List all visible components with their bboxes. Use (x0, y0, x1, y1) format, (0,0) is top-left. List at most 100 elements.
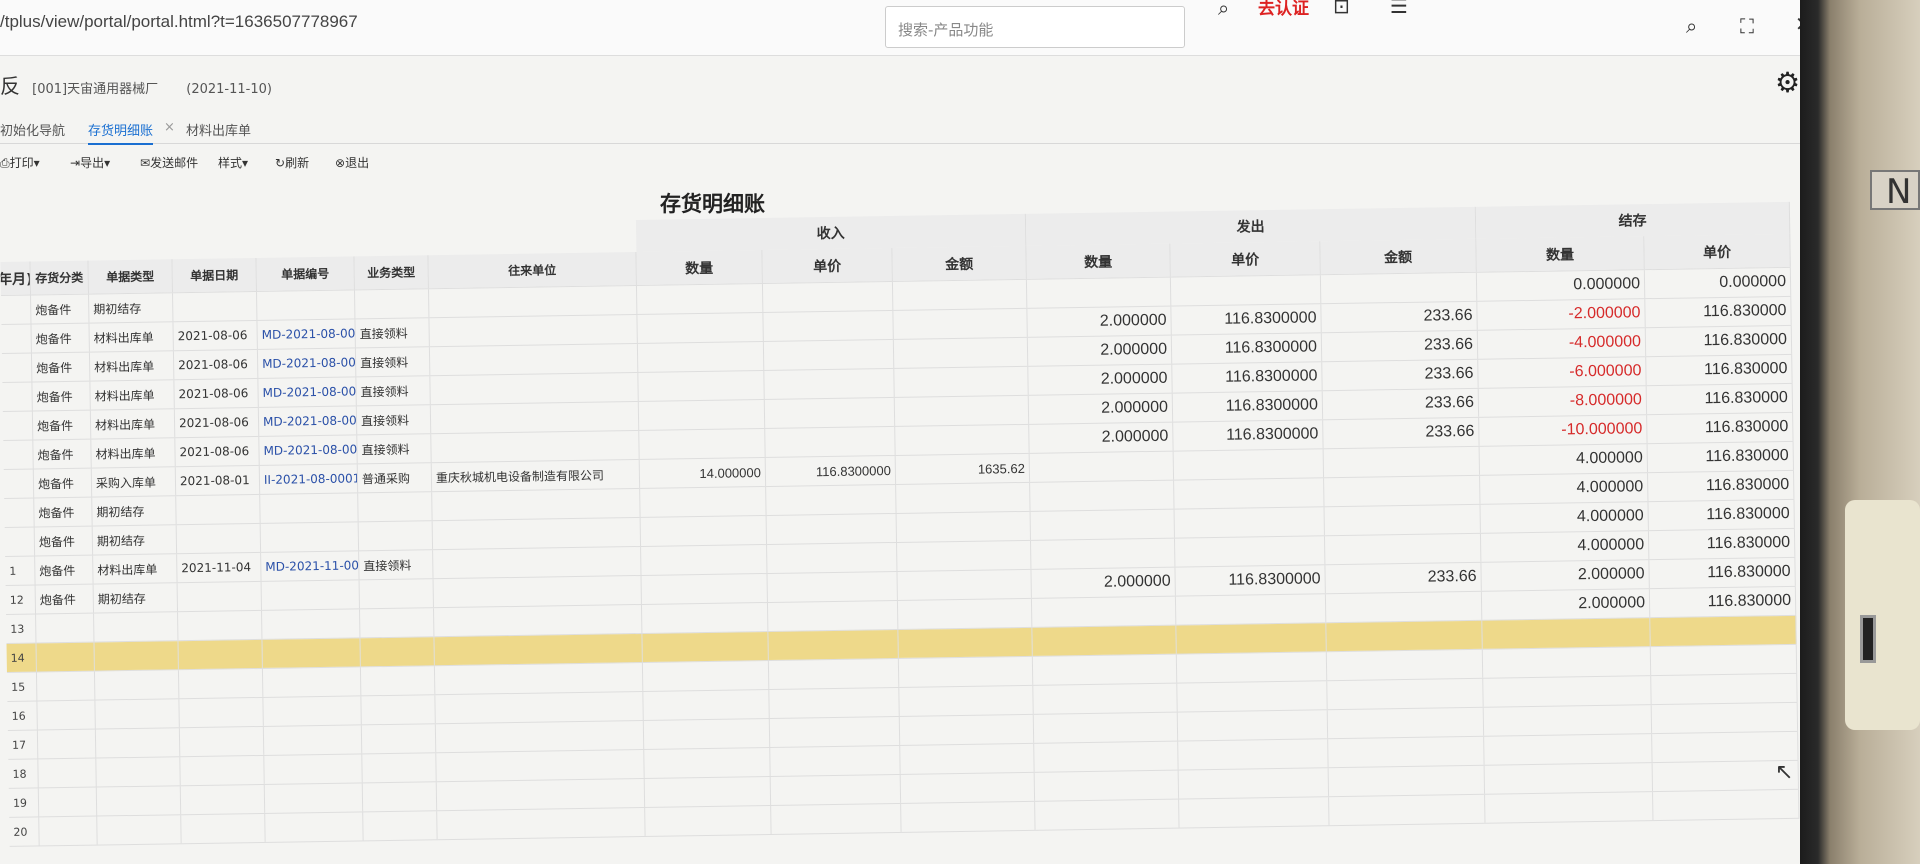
cell-no[interactable]: 19 (8, 788, 40, 817)
cell-partner[interactable] (433, 604, 643, 637)
cell-bal-qty[interactable]: 4.000000 (1480, 473, 1649, 504)
cell-partner[interactable]: 重庆秋城机电设备制造有限公司 (431, 459, 641, 492)
fullscreen-icon[interactable]: ⛶ (1740, 14, 1754, 38)
cell-bal-qty[interactable]: 4.000000 (1480, 531, 1650, 562)
cell-in-qty[interactable] (642, 631, 769, 662)
cell-in-amount[interactable] (898, 627, 1033, 658)
cell-in-qty[interactable] (636, 284, 764, 314)
cell-category[interactable] (36, 613, 95, 643)
cell-in-amount[interactable] (896, 482, 1031, 513)
cell-biz-type[interactable] (362, 753, 437, 783)
cell-doc-type[interactable] (94, 670, 180, 700)
cell-category[interactable]: 炮备件 (33, 468, 93, 498)
cell-doc-date[interactable] (178, 639, 263, 670)
print-button[interactable]: ⎙打印▾ (0, 154, 40, 171)
cell-out-amount[interactable]: 233.66 (1325, 562, 1482, 594)
cell-doc-no[interactable] (265, 812, 364, 842)
cell-in-price[interactable] (770, 745, 901, 776)
tab-init-nav[interactable]: 初始化导航 (0, 120, 65, 139)
cell-partner[interactable] (431, 430, 640, 463)
cell-out-price[interactable]: 116.8300000 (1175, 565, 1326, 596)
cell-out-qty[interactable]: 2.000000 (1031, 567, 1176, 598)
cell-doc-type[interactable] (94, 641, 179, 671)
cell-doc-no[interactable]: MD-2021-11-0008 (261, 551, 360, 581)
cell-out-amount[interactable] (1324, 475, 1481, 507)
cell-in-qty[interactable] (638, 400, 766, 430)
cell-out-amount[interactable]: 233.66 (1323, 417, 1480, 449)
cell-in-price[interactable] (768, 629, 899, 660)
cell-category[interactable]: 炮备件 (35, 584, 95, 614)
cell-in-price[interactable] (763, 339, 895, 371)
cell-out-amount[interactable] (1326, 649, 1484, 681)
cell-out-amount[interactable] (1324, 504, 1481, 536)
cell-doc-type[interactable]: 材料出库单 (91, 438, 176, 468)
cell-out-amount[interactable] (1326, 620, 1483, 652)
cell-doc-no[interactable] (261, 580, 360, 610)
tab-close-icon[interactable]: × (164, 120, 175, 135)
cell-in-qty[interactable] (641, 573, 768, 604)
cell-doc-date[interactable] (176, 523, 262, 554)
cell-out-price[interactable]: 116.8300000 (1171, 333, 1323, 364)
cell-doc-no[interactable] (257, 290, 356, 320)
cell-in-qty[interactable] (643, 718, 771, 749)
cell-in-qty[interactable] (644, 747, 771, 778)
cell-category[interactable] (36, 642, 95, 672)
cell-out-amount[interactable] (1328, 736, 1485, 768)
style-button[interactable]: 样式▾ (218, 154, 248, 171)
cell-bal-qty[interactable]: 2.000000 (1481, 560, 1650, 591)
refresh-button[interactable]: ↻刷新 (275, 154, 309, 171)
cell-out-qty[interactable] (1032, 654, 1178, 685)
cell-out-qty[interactable] (1031, 538, 1176, 569)
cell-bal-qty[interactable]: 2.000000 (1481, 589, 1651, 620)
cell-biz-type[interactable] (359, 579, 434, 609)
cell-bal-qty[interactable] (1484, 734, 1653, 765)
cell-doc-type[interactable] (96, 786, 182, 816)
cell-bal-qty[interactable]: 4.000000 (1479, 444, 1649, 475)
cell-in-price[interactable] (766, 484, 897, 515)
cell-no[interactable] (1, 353, 33, 382)
cell-no[interactable]: 12 (5, 585, 37, 614)
cell-in-qty[interactable] (637, 313, 764, 343)
cell-in-amount[interactable] (894, 366, 1029, 397)
cell-out-qty[interactable] (1029, 451, 1175, 482)
cell-in-price[interactable] (767, 542, 898, 573)
cell-doc-no[interactable] (264, 783, 364, 813)
cell-doc-date[interactable]: 2021-11-04 (177, 552, 262, 583)
cell-bal-price[interactable]: 116.830000 (1648, 470, 1795, 502)
cell-category[interactable]: 炮备件 (34, 497, 93, 527)
cell-no[interactable]: 15 (6, 672, 38, 701)
cell-doc-date[interactable]: 2021-08-06 (173, 320, 258, 351)
cell-in-qty[interactable] (638, 371, 765, 401)
cell-in-amount[interactable] (900, 772, 1036, 803)
cell-in-qty[interactable]: 14.000000 (639, 458, 767, 488)
cell-out-price[interactable] (1176, 623, 1327, 654)
cell-doc-type[interactable] (95, 699, 180, 729)
cell-bal-qty[interactable]: -2.000000 (1477, 299, 1646, 330)
cell-bal-qty[interactable] (1482, 647, 1652, 678)
cell-in-price[interactable] (764, 397, 896, 429)
cell-category[interactable] (39, 816, 98, 846)
cell-out-qty[interactable]: 2.000000 (1028, 364, 1173, 395)
cell-in-price[interactable] (767, 571, 898, 602)
cell-out-price[interactable] (1174, 507, 1325, 538)
cell-biz-type[interactable] (354, 289, 430, 319)
cell-biz-type[interactable] (362, 782, 438, 812)
cell-partner[interactable] (433, 575, 642, 608)
cell-biz-type[interactable]: 直接领料 (355, 318, 430, 348)
cell-bal-qty[interactable]: -8.000000 (1478, 386, 1648, 417)
cell-out-price[interactable] (1170, 275, 1322, 306)
cell-out-price[interactable] (1174, 536, 1326, 567)
cell-out-qty[interactable]: 2.000000 (1029, 422, 1174, 453)
cell-in-amount[interactable] (895, 424, 1030, 455)
cell-bal-price[interactable] (1650, 644, 1798, 676)
cell-out-amount[interactable] (1325, 591, 1483, 623)
cell-no[interactable] (3, 469, 35, 498)
cell-partner[interactable] (430, 401, 640, 434)
cell-in-price[interactable] (769, 687, 900, 718)
cell-in-qty[interactable] (637, 342, 765, 372)
cell-in-qty[interactable] (644, 776, 772, 807)
cell-bal-qty[interactable]: -6.000000 (1478, 357, 1647, 388)
cell-out-qty[interactable] (1031, 596, 1177, 627)
cell-doc-no[interactable] (264, 754, 363, 784)
cell-in-amount[interactable] (894, 395, 1030, 426)
